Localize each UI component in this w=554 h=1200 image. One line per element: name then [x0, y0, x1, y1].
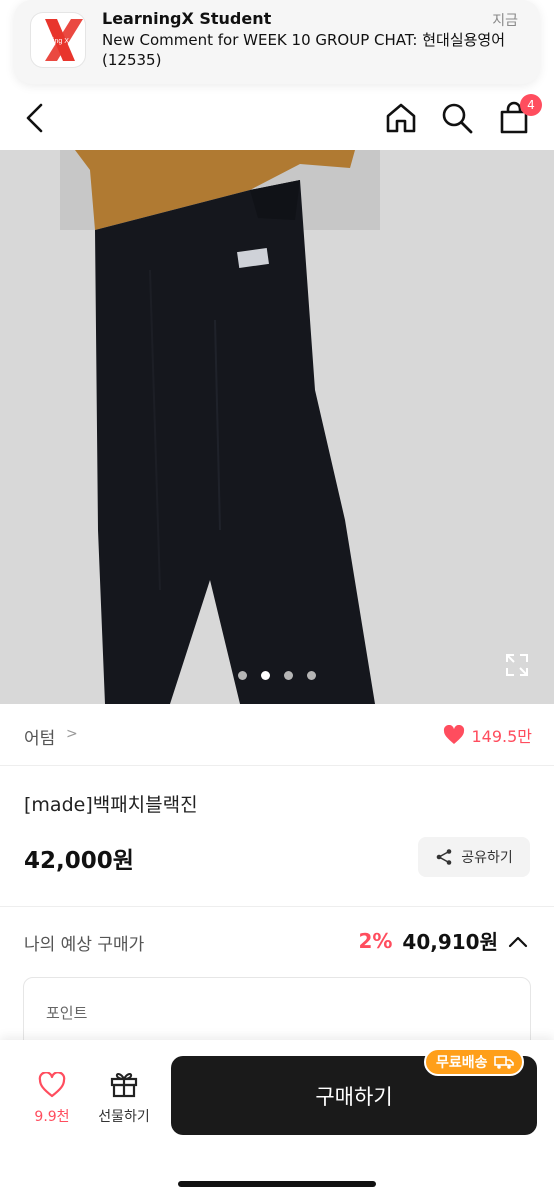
cart-count-badge: 4 — [520, 94, 542, 116]
heart-filled-icon — [444, 725, 465, 744]
product-image-gallery[interactable] — [0, 150, 554, 704]
gift-icon — [110, 1073, 138, 1098]
notification-app-name: LearningX Student — [102, 9, 272, 28]
gift-button[interactable]: 선물하기 — [88, 1070, 160, 1126]
home-icon — [386, 103, 416, 133]
top-navigation: 4 — [0, 88, 554, 150]
expected-price-label: 나의 예상 구매가 — [24, 935, 145, 955]
product-title: [made]백패치블랙진 — [24, 794, 198, 816]
svg-text:Learning X: Learning X — [35, 38, 69, 45]
heart-outline-icon — [38, 1071, 66, 1098]
gallery-dot-active[interactable] — [261, 671, 270, 680]
back-button[interactable] — [14, 98, 54, 138]
points-label: 포인트 — [46, 1004, 88, 1022]
expand-image-button[interactable] — [504, 652, 530, 678]
home-button[interactable] — [381, 98, 421, 138]
discount-percent: 2% — [358, 928, 393, 953]
back-chevron-icon — [26, 103, 43, 133]
brand-link[interactable]: 어텀 — [24, 724, 55, 749]
free-shipping-badge: 무료배송 — [424, 1048, 524, 1076]
product-price: 42,000원 — [24, 848, 134, 874]
push-notification[interactable]: Learning X LearningX Student 지금 New Comm… — [14, 0, 540, 84]
search-icon — [442, 103, 473, 134]
wish-count: 9.9천 — [34, 1109, 70, 1125]
expected-price-value: 40,910원 — [402, 930, 498, 954]
gallery-dot[interactable] — [238, 671, 247, 680]
search-button[interactable] — [437, 98, 477, 138]
share-button[interactable]: 공유하기 — [418, 837, 530, 877]
share-label: 공유하기 — [461, 850, 513, 866]
gift-label: 선물하기 — [98, 1109, 150, 1125]
wish-button[interactable]: 9.9천 — [22, 1071, 82, 1126]
bottom-purchase-bar: 9.9천 선물하기 무료배송 구매하기 — [0, 1040, 554, 1200]
truck-icon — [493, 1056, 514, 1069]
likes-count: 149.5만 — [471, 727, 532, 746]
gallery-dot[interactable] — [307, 671, 316, 680]
expected-price-toggle[interactable]: 2% 40,910원 — [358, 926, 528, 955]
gallery-pagination — [0, 671, 554, 680]
home-indicator — [178, 1181, 376, 1187]
product-photo — [0, 150, 554, 704]
chevron-up-icon — [508, 936, 528, 947]
learningx-app-icon: Learning X — [31, 13, 85, 67]
notification-time: 지금 — [492, 13, 518, 29]
brand-row: 어텀 > 149.5만 — [0, 704, 554, 766]
gallery-dot[interactable] — [284, 671, 293, 680]
divider — [0, 906, 554, 907]
free-shipping-label: 무료배송 — [436, 1055, 488, 1071]
share-icon — [436, 849, 452, 865]
cart-button[interactable]: 4 — [494, 94, 542, 138]
brand-likes[interactable]: 149.5만 — [443, 723, 532, 747]
expand-icon — [506, 654, 528, 676]
notification-message: New Comment for WEEK 10 GROUP CHAT: 현대실용… — [102, 31, 506, 69]
chevron-right-icon: > — [66, 726, 78, 742]
